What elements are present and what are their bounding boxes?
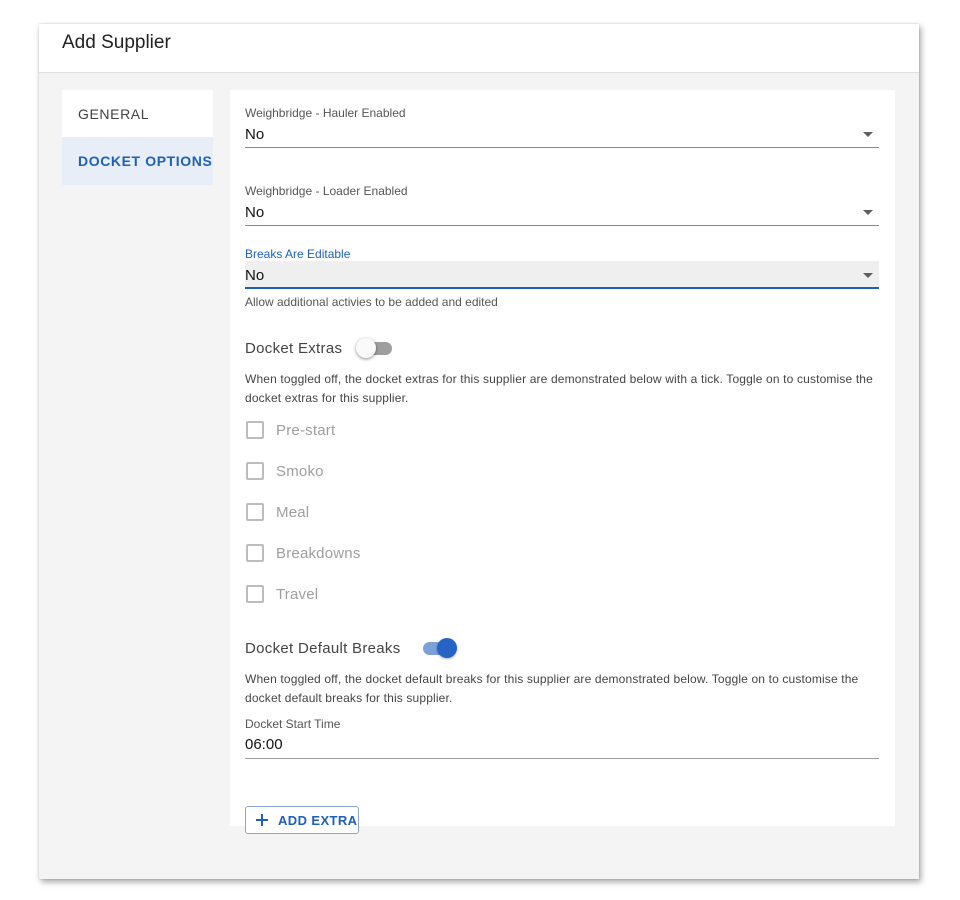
add-extra-label: ADD EXTRA (278, 812, 358, 828)
breaks-editable-value: No (245, 266, 265, 284)
add-extra-button[interactable]: ADD EXTRA (245, 806, 359, 834)
checkbox-label: Breakdowns (276, 544, 361, 562)
side-nav: GENERAL DOCKET OPTIONS (62, 90, 213, 185)
docket-extras-label: Docket Extras (245, 339, 343, 357)
loader-enabled-select[interactable]: No (245, 198, 879, 226)
checkbox-box (246, 585, 264, 603)
docket-start-time-input[interactable]: 06:00 (245, 731, 879, 759)
switch-thumb (436, 638, 457, 658)
nav-item-docket-options[interactable]: DOCKET OPTIONS (62, 137, 213, 185)
checkbox-meal[interactable]: Meal (246, 502, 309, 522)
docket-options-panel: Weighbridge - Hauler Enabled No Weighbri… (230, 90, 895, 834)
nav-item-general[interactable]: GENERAL (62, 90, 213, 137)
switch-thumb (356, 338, 377, 358)
checkbox-smoko[interactable]: Smoko (246, 461, 324, 481)
hauler-enabled-label: Weighbridge - Hauler Enabled (245, 106, 406, 120)
loader-enabled-label: Weighbridge - Loader Enabled (245, 184, 408, 198)
checkbox-box (246, 421, 264, 439)
docket-start-time-label: Docket Start Time (245, 717, 341, 731)
checkbox-label: Smoko (276, 462, 324, 480)
checkbox-label: Travel (276, 585, 319, 603)
checkbox-travel[interactable]: Travel (246, 584, 318, 604)
docket-start-time-value: 06:00 (245, 736, 283, 753)
docket-default-breaks-toggle-row: Docket Default Breaks (245, 638, 457, 658)
docket-extras-switch[interactable] (356, 338, 394, 358)
loader-enabled-value: No (245, 204, 265, 221)
checkbox-box (246, 503, 264, 521)
checkbox-label: Meal (276, 503, 310, 521)
breaks-editable-label: Breaks Are Editable (245, 247, 351, 261)
checkbox-label: Pre-start (276, 421, 336, 439)
dropdown-arrow-icon (863, 132, 873, 137)
checkbox-breakdowns[interactable]: Breakdowns (246, 543, 361, 563)
docket-default-breaks-switch[interactable] (421, 638, 457, 658)
dialog-header: Add Supplier (39, 24, 919, 73)
checkbox-box (246, 462, 264, 480)
docket-extras-toggle-row: Docket Extras (245, 338, 394, 358)
plus-icon (256, 814, 268, 826)
breaks-editable-field: Breaks Are Editable No Allow additional … (245, 247, 879, 309)
dropdown-arrow-icon (863, 210, 873, 215)
docket-default-breaks-label: Docket Default Breaks (245, 639, 401, 657)
loader-enabled-field: Weighbridge - Loader Enabled No (245, 184, 879, 226)
dropdown-arrow-icon (863, 273, 873, 278)
add-supplier-dialog: Add Supplier GENERAL DOCKET OPTIONS Weig… (39, 24, 919, 879)
checkbox-box (246, 544, 264, 562)
checkbox-pre-start[interactable]: Pre-start (246, 420, 335, 440)
hauler-enabled-value: No (245, 126, 265, 143)
breaks-editable-select[interactable]: No (245, 261, 879, 289)
hauler-enabled-select[interactable]: No (245, 120, 879, 148)
docket-extras-description: When toggled off, the docket extras for … (245, 372, 873, 405)
docket-start-time-field: Docket Start Time 06:00 (245, 717, 879, 759)
docket-default-breaks-description: When toggled off, the docket default bre… (245, 672, 859, 705)
hauler-enabled-field: Weighbridge - Hauler Enabled No (245, 106, 879, 148)
breaks-editable-hint: Allow additional activies to be added an… (245, 295, 498, 309)
dialog-title: Add Supplier (62, 32, 171, 53)
